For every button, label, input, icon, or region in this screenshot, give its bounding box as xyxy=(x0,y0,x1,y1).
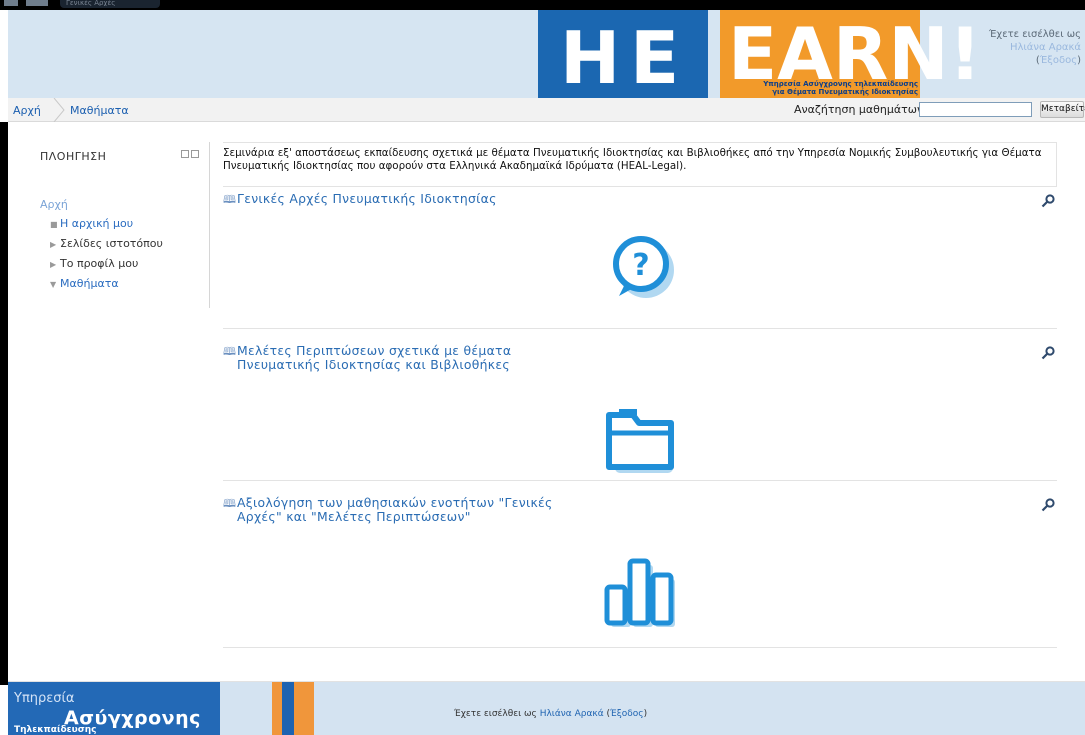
folder-icon[interactable] xyxy=(603,401,683,481)
nav-item-label: Μαθήματα xyxy=(60,277,119,290)
footer-login-label: Έχετε εισέλθει ως xyxy=(454,709,537,719)
navbar: Αρχή Μαθήματα Αναζήτηση μαθημάτων: Μεταβ… xyxy=(8,98,1085,122)
course-section-3: 🕮Αξιολόγηση των μαθησιακών ενοτήτων "Γεν… xyxy=(223,481,1057,648)
bar-chart-icon[interactable] xyxy=(603,551,683,631)
bullet-icon: ■ xyxy=(50,220,58,229)
window-title-strip: Γενικές Αρχές xyxy=(0,0,1085,10)
nav-item-my-profile[interactable]: ▶ Το προφίλ μου xyxy=(50,257,138,270)
course-section-2: 🕮Μελέτες Περιπτώσεων σχετικά με θέματα Π… xyxy=(223,329,1057,481)
section-3-title-link[interactable]: 🕮Αξιολόγηση των μαθησιακών ενοτήτων "Γεν… xyxy=(223,496,553,523)
edit-key-icon[interactable] xyxy=(1041,346,1055,360)
footer-logo[interactable]: Υπηρεσία Ασύγχρονης Τηλεκπαίδευσης xyxy=(8,682,220,735)
nav-item-courses[interactable]: ▼ Μαθήματα xyxy=(50,277,119,290)
question-bubble-icon[interactable]: ? xyxy=(603,230,683,310)
book-icon: 🕮 xyxy=(223,497,237,510)
navigation-block-title: ΠΛΟΗΓΗΣΗ xyxy=(40,150,107,163)
section-title-line2: Πνευματικής Ιδιοκτησίας και Βιβλιοθήκες xyxy=(237,357,510,372)
logo-tagline-line2: για Θέματα Πνευματικής Ιδιοκτησίας xyxy=(772,88,918,96)
edit-key-icon[interactable] xyxy=(1041,194,1055,208)
expand-arrow-icon: ▶ xyxy=(50,260,57,269)
course-search-button[interactable]: Μεταβείτε xyxy=(1040,101,1085,118)
book-icon: 🕮 xyxy=(223,345,237,358)
footer-logo-stripe xyxy=(282,682,294,735)
section-title-line1: Μελέτες Περιπτώσεων σχετικά με θέματα xyxy=(237,343,512,358)
course-summary: Σεμινάρια εξ' αποστάσεως εκπαίδευσης σχε… xyxy=(223,142,1057,187)
collapse-arrow-icon: ▼ xyxy=(50,280,57,289)
logo-tagline: Υπηρεσία Ασύγχρονης τηλεκπαίδευσης για Θ… xyxy=(730,80,918,96)
svg-text:?: ? xyxy=(632,248,649,283)
nav-item-my-home[interactable]: ■ Η αρχική μου xyxy=(50,217,133,230)
breadcrumb-home[interactable]: Αρχή xyxy=(13,104,41,117)
dock-block-icon[interactable] xyxy=(181,150,189,158)
nav-item-label: Σελίδες ιστοτόπου xyxy=(60,237,163,250)
navigation-block: ΠΛΟΗΓΗΣΗ Αρχή ■ Η αρχική μου ▶ Σελίδες ιστ… xyxy=(30,142,210,308)
logo-letter-h: H xyxy=(560,16,621,98)
logout-link[interactable]: Έξοδος xyxy=(1040,55,1077,66)
site-footer: Υπηρεσία Ασύγχρονης Τηλεκπαίδευσης Έχετε… xyxy=(8,682,1085,735)
logo-letter-e: E xyxy=(630,16,680,98)
footer-logo-line3: Τηλεκπαίδευσης xyxy=(14,725,97,735)
page-left-border xyxy=(0,122,8,685)
heal-learn-logo[interactable]: H E EARN! Υπηρεσία Ασύγχρονης τηλεκπαίδε… xyxy=(538,10,981,98)
expand-arrow-icon: ▶ xyxy=(50,240,57,249)
nav-item-site-pages[interactable]: ▶ Σελίδες ιστοτόπου xyxy=(50,237,163,250)
footer-user-name-link[interactable]: Ηλιάνα Αρακά xyxy=(540,709,604,719)
course-summary-line2: Πνευματικής Ιδιοκτησίας που αφορούν στα … xyxy=(223,160,687,172)
breadcrumb-courses[interactable]: Μαθήματα xyxy=(70,104,129,117)
section-title-line1: Αξιολόγηση των μαθησιακών ενοτήτων "Γενι… xyxy=(237,495,553,510)
breadcrumb-separator-icon xyxy=(53,98,65,122)
book-icon: 🕮 xyxy=(223,193,237,206)
browser-tab[interactable]: Γενικές Αρχές xyxy=(60,0,160,8)
login-label: Έχετε εισέλθει ως xyxy=(988,29,1081,40)
header-login-info: Έχετε εισέλθει ως Ηλιάνα Αρακά (Έξοδος) xyxy=(988,29,1081,66)
nav-item-home[interactable]: Αρχή xyxy=(40,198,68,211)
section-title-line2: Αρχές" και "Μελέτες Περιπτώσεων" xyxy=(237,509,471,524)
logo-tagline-line1: Υπηρεσία Ασύγχρονης τηλεκπαίδευσης xyxy=(763,80,918,88)
course-search-input[interactable] xyxy=(919,102,1032,117)
window-control-icon[interactable] xyxy=(26,0,48,6)
window-control-icon[interactable] xyxy=(4,0,18,6)
block-controls xyxy=(181,150,201,164)
course-summary-line1: Σεμινάρια εξ' αποστάσεως εκπαίδευσης σχε… xyxy=(223,147,1042,159)
section-title-line1: Γενικές Αρχές Πνευματικής Ιδιοκτησίας xyxy=(237,191,497,206)
footer-logo-line1: Υπηρεσία xyxy=(14,691,75,706)
site-header: H E EARN! Υπηρεσία Ασύγχρονης τηλεκπαίδε… xyxy=(8,10,1085,98)
footer-login-info: Έχετε εισέλθει ως Ηλιάνα Αρακά (Έξοδος) xyxy=(454,709,648,719)
edit-key-icon[interactable] xyxy=(1041,498,1055,512)
course-section-1: 🕮Γενικές Αρχές Πνευματικής Ιδιοκτησίας ? xyxy=(223,192,1057,329)
section-1-title-link[interactable]: 🕮Γενικές Αρχές Πνευματικής Ιδιοκτησίας xyxy=(223,192,497,206)
nav-item-label: Η αρχική μου xyxy=(60,217,134,230)
browser-tab-label: Γενικές Αρχές xyxy=(66,0,116,6)
nav-item-label: Το προφίλ μου xyxy=(60,257,139,270)
collapse-block-icon[interactable] xyxy=(191,150,199,158)
page-content: ΠΛΟΗΓΗΣΗ Αρχή ■ Η αρχική μου ▶ Σελίδες ιστ… xyxy=(8,122,1085,682)
section-2-title-link[interactable]: 🕮Μελέτες Περιπτώσεων σχετικά με θέματα Π… xyxy=(223,344,511,371)
user-name-link[interactable]: Ηλιάνα Αρακά xyxy=(989,41,1081,54)
footer-logout-link[interactable]: Έξοδος xyxy=(610,709,644,719)
course-search-label: Αναζήτηση μαθημάτων: xyxy=(794,103,927,116)
footer-heal-logo xyxy=(272,682,314,735)
